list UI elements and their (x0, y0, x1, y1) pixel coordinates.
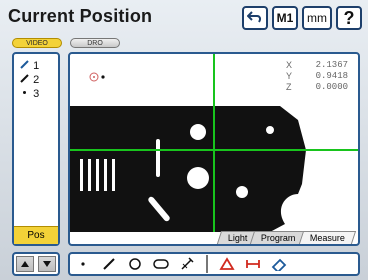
circle-tool-button[interactable] (122, 254, 148, 274)
x-value: 2.1367 (315, 60, 348, 70)
feature-item-1[interactable]: 1 (20, 60, 39, 72)
units-button[interactable]: mm (302, 6, 332, 30)
bottom-bar (0, 248, 368, 280)
feature-list: 1 2 3 Pos (12, 52, 60, 246)
feature-label: 3 (33, 88, 40, 100)
video-view[interactable]: X 2.1367 Y 0.9418 Z 0.0000 Light Program… (68, 52, 360, 246)
line-icon (20, 74, 30, 86)
position-button[interactable]: Pos (14, 226, 58, 244)
triangle-up-icon (21, 261, 29, 267)
tab-program-label: Program (261, 233, 296, 243)
distance-tool-button[interactable] (240, 254, 266, 274)
scroll-down-button[interactable] (38, 256, 56, 272)
scroll-controls (12, 252, 60, 276)
y-value: 0.9418 (315, 71, 348, 81)
dro-mode-button[interactable]: DRO (70, 38, 120, 48)
eraser-tool-icon (271, 258, 287, 271)
undo-icon (247, 11, 262, 23)
toolbar-separator (206, 255, 208, 273)
slot-tool-button[interactable] (148, 254, 174, 274)
z-label: Z (286, 82, 292, 92)
page-title: Current Position (8, 6, 153, 26)
tab-measure[interactable]: Measure (298, 231, 357, 244)
eraser-tool-button[interactable] (266, 254, 292, 274)
line-icon (20, 60, 30, 72)
gage-tool-button[interactable] (174, 254, 200, 274)
bottom-tabs: Light Program Measure (216, 231, 357, 244)
line-tool-icon (103, 258, 115, 270)
point-tool-icon (81, 262, 85, 266)
z-value: 0.0000 (315, 82, 348, 92)
scroll-up-button[interactable] (16, 256, 34, 272)
circle-tool-icon (129, 258, 141, 270)
tab-measure-label: Measure (309, 233, 345, 243)
point-tool-button[interactable] (70, 254, 96, 274)
distance-tool-icon (246, 260, 260, 268)
angle-tool-icon (219, 257, 235, 270)
slot-tool-icon (153, 259, 169, 269)
mode-switch: VIDEO DRO (12, 38, 120, 48)
triangle-down-icon (43, 261, 51, 267)
m1-button[interactable]: M1 (272, 6, 298, 30)
x-label: X (286, 60, 293, 70)
tab-light-label: Light (227, 233, 248, 243)
feature-item-3[interactable]: 3 (20, 88, 39, 100)
undo-button[interactable] (242, 6, 268, 30)
video-mode-button[interactable]: VIDEO (12, 38, 62, 48)
dot-icon (20, 88, 30, 100)
angle-tool-button[interactable] (214, 254, 240, 274)
y-label: Y (286, 71, 293, 81)
measure-toolbar (68, 252, 360, 276)
feature-label: 2 (33, 74, 40, 86)
feature-item-2[interactable]: 2 (20, 74, 39, 86)
feature-label: 1 (33, 60, 40, 72)
coordinate-readout: X 2.1367 Y 0.9418 Z 0.0000 (286, 60, 348, 93)
line-tool-button[interactable] (96, 254, 122, 274)
help-button[interactable]: ? (336, 6, 362, 30)
gage-tool-icon (181, 257, 194, 270)
top-button-group: M1 mm ? (242, 6, 362, 30)
